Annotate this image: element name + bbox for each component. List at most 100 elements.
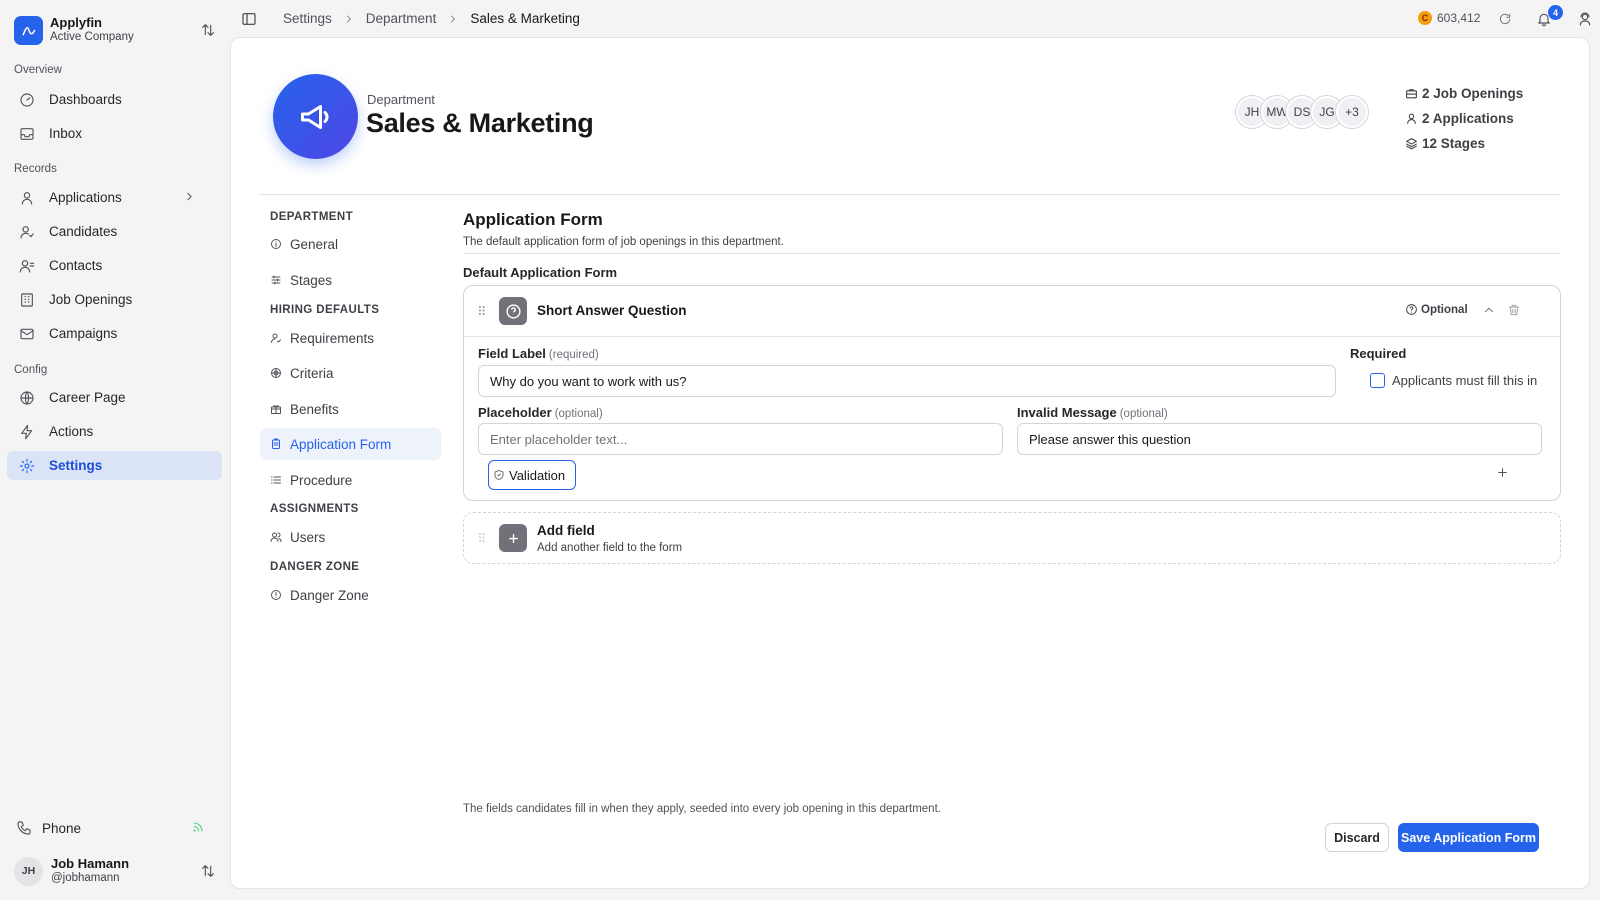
form-field-card: ⠿ Short Answer Question Optional Field L… bbox=[463, 285, 1561, 501]
chevron-up-icon[interactable] bbox=[1482, 303, 1496, 317]
department-kicker: Department bbox=[367, 92, 435, 107]
chevron-right-icon bbox=[447, 13, 459, 25]
subnav-item-users[interactable]: Users bbox=[260, 521, 441, 553]
sidebar-item-label: Applications bbox=[49, 190, 122, 205]
plus-icon bbox=[499, 524, 527, 552]
sidebar-item-label: Campaigns bbox=[49, 326, 118, 341]
breadcrumb: Settings Department Sales & Marketing bbox=[283, 11, 580, 26]
info-circle-icon bbox=[270, 238, 282, 250]
gift-icon bbox=[270, 403, 282, 415]
required-checkbox[interactable] bbox=[1370, 373, 1385, 388]
coin-icon: C bbox=[1418, 11, 1432, 25]
stat-label: 12 Stages bbox=[1422, 136, 1486, 151]
company-subtitle: Active Company bbox=[50, 31, 134, 43]
subnav-item-general[interactable]: General bbox=[260, 228, 441, 260]
sidebar-item-job-openings[interactable]: Job Openings bbox=[7, 285, 222, 314]
sidebar-item-applications[interactable]: Applications bbox=[7, 183, 222, 212]
sidebar-item-career-page[interactable]: Career Page bbox=[7, 383, 222, 412]
credits-value: 603,412 bbox=[1437, 11, 1481, 25]
support-agent-icon[interactable] bbox=[1577, 11, 1593, 27]
company-switcher[interactable]: Applyfin Active Company bbox=[14, 13, 222, 47]
person-check-icon bbox=[270, 332, 282, 344]
subnav-item-label: Danger Zone bbox=[290, 587, 369, 603]
sidebar-toggle-icon[interactable] bbox=[241, 11, 257, 27]
subnav-item-label: Procedure bbox=[290, 472, 353, 488]
sidebar-item-label: Candidates bbox=[49, 224, 118, 239]
placeholder-input[interactable] bbox=[478, 423, 1003, 455]
stat-applications[interactable]: 2 Applications bbox=[1405, 106, 1523, 131]
switch-user-icon[interactable] bbox=[200, 863, 216, 879]
phone-button[interactable]: Phone bbox=[7, 814, 222, 842]
subnav-item-criteria[interactable]: Criteria bbox=[260, 357, 441, 389]
help-circle-icon bbox=[1405, 303, 1418, 316]
sidebar-item-candidates[interactable]: Candidates bbox=[7, 217, 222, 246]
sidebar-item-label: Career Page bbox=[49, 390, 126, 405]
add-field-button[interactable]: ⠿ Add field Add another field to the for… bbox=[463, 512, 1561, 564]
sidebar-item-settings[interactable]: Settings bbox=[7, 451, 222, 480]
subnav-item-label: General bbox=[290, 236, 339, 252]
stat-job-openings[interactable]: 2 Job Openings bbox=[1405, 81, 1523, 106]
drag-handle-icon: ⠿ bbox=[477, 531, 486, 546]
breadcrumb-settings[interactable]: Settings bbox=[283, 11, 332, 26]
subnav-item-label: Users bbox=[290, 529, 326, 545]
subnav-item-label: Stages bbox=[290, 272, 333, 288]
globe-icon bbox=[19, 390, 35, 406]
page-title: Sales & Marketing bbox=[366, 108, 594, 138]
validation-button[interactable]: Validation bbox=[488, 460, 576, 490]
subnav-item-requirements[interactable]: Requirements bbox=[260, 322, 441, 354]
subnav-item-procedure[interactable]: Procedure bbox=[260, 464, 441, 496]
invalid-message-input[interactable] bbox=[1017, 423, 1542, 455]
clipboard-icon bbox=[270, 438, 282, 450]
field-label-title: Field Label (required) bbox=[478, 346, 599, 361]
sidebar-item-contacts[interactable]: Contacts bbox=[7, 251, 222, 280]
shield-check-icon bbox=[493, 469, 505, 481]
required-checkbox-label[interactable]: Applicants must fill this in bbox=[1392, 373, 1537, 388]
drag-handle-icon[interactable]: ⠿ bbox=[477, 305, 486, 318]
credits-balance[interactable]: C 603,412 bbox=[1418, 11, 1480, 25]
sidebar: Applyfin Active Company Overview Dashboa… bbox=[0, 0, 230, 900]
header-divider bbox=[259, 194, 1561, 195]
sidebar-item-campaigns[interactable]: Campaigns bbox=[7, 319, 222, 348]
member-avatars[interactable]: JH MW DS JG +3 bbox=[1236, 96, 1368, 128]
company-name: Applyfin bbox=[50, 15, 102, 30]
subnav-section-department: DEPARTMENT bbox=[270, 211, 354, 223]
subnav-section-assignments: ASSIGNMENTS bbox=[270, 503, 359, 515]
breadcrumb-department[interactable]: Department bbox=[366, 11, 437, 26]
subnav-item-benefits[interactable]: Benefits bbox=[260, 393, 441, 425]
invalid-message-title: Invalid Message (optional) bbox=[1017, 405, 1168, 420]
target-icon bbox=[270, 367, 282, 379]
section-description: The default application form of job open… bbox=[463, 236, 784, 248]
discard-button[interactable]: Discard bbox=[1325, 823, 1389, 852]
refresh-icon[interactable] bbox=[1498, 12, 1512, 26]
notification-badge: 4 bbox=[1548, 5, 1563, 20]
subnav-item-stages[interactable]: Stages bbox=[260, 264, 441, 296]
field-label-hint: (required) bbox=[548, 349, 599, 361]
sidebar-item-actions[interactable]: Actions bbox=[7, 417, 222, 446]
stat-stages[interactable]: 12 Stages bbox=[1405, 131, 1523, 156]
validation-label: Validation bbox=[509, 467, 566, 483]
sidebar-item-inbox[interactable]: Inbox bbox=[7, 119, 222, 148]
sidebar-item-dashboards[interactable]: Dashboards bbox=[7, 85, 222, 114]
switch-company-icon[interactable] bbox=[200, 22, 216, 38]
trash-icon[interactable] bbox=[1507, 303, 1521, 317]
sidebar-item-label: Actions bbox=[49, 424, 94, 439]
subnav-item-label: Benefits bbox=[290, 401, 339, 417]
field-type-title: Short Answer Question bbox=[537, 303, 687, 318]
field-label-input[interactable] bbox=[478, 365, 1336, 397]
plus-icon[interactable] bbox=[1496, 466, 1509, 479]
subnav-item-label: Application Form bbox=[290, 436, 392, 452]
sidebar-item-label: Dashboards bbox=[49, 92, 122, 107]
subnav-item-danger-zone[interactable]: Danger Zone bbox=[260, 579, 441, 611]
subnav-item-label: Requirements bbox=[290, 330, 375, 346]
user-switcher[interactable]: JH Job Hamann @jobhamann bbox=[14, 855, 222, 887]
avatar: JH bbox=[14, 856, 43, 886]
more-members-count: +3 bbox=[1336, 96, 1368, 128]
section-label-config: Config bbox=[14, 364, 48, 376]
signal-icon bbox=[192, 821, 204, 833]
subnav-item-application-form[interactable]: Application Form bbox=[260, 428, 441, 460]
save-application-form-button[interactable]: Save Application Form bbox=[1398, 823, 1539, 852]
sliders-icon bbox=[270, 274, 282, 286]
user-handle: @jobhamann bbox=[51, 872, 120, 884]
invalid-message-title-text: Invalid Message bbox=[1017, 405, 1117, 420]
optional-toggle[interactable]: Optional bbox=[1405, 303, 1468, 316]
